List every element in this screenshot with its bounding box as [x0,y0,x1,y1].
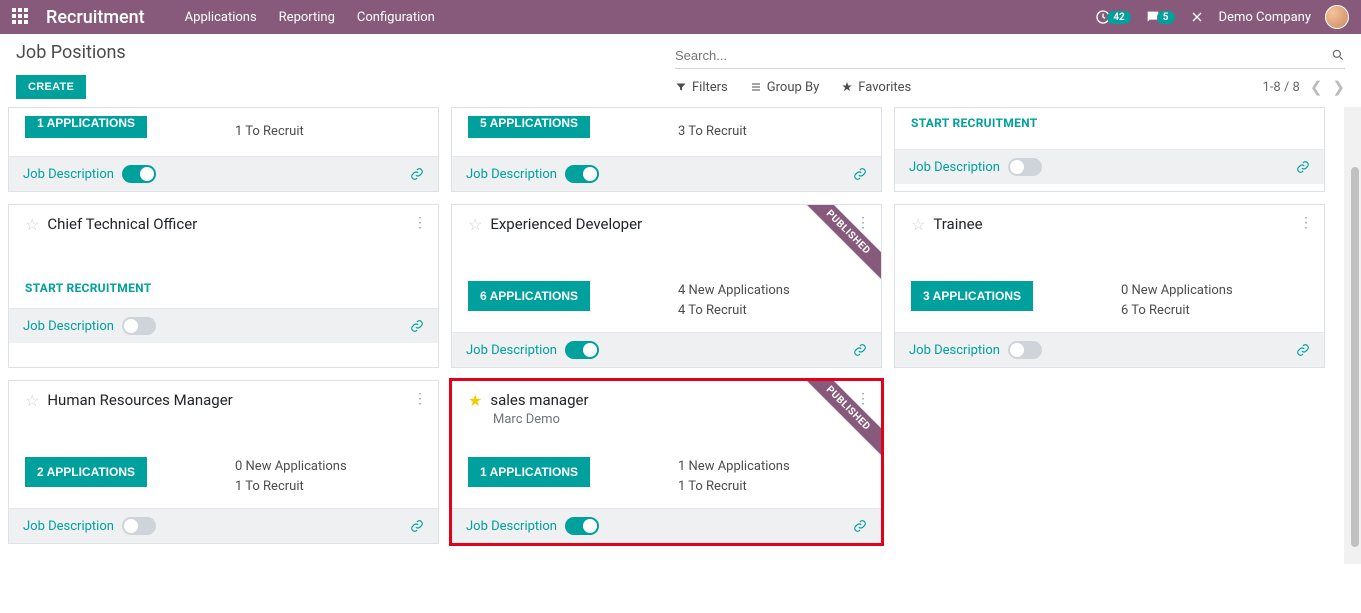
company-name[interactable]: Demo Company [1219,10,1311,25]
to-recruit-text: 1 To Recruit [235,122,304,142]
job-description-link[interactable]: Job Description [466,343,557,358]
favorite-star[interactable]: ☆ [911,215,925,234]
job-description-link[interactable]: Job Description [23,319,114,334]
card-menu-icon[interactable]: ⋮ [413,215,426,231]
activity-count: 42 [1107,11,1130,24]
link-icon[interactable] [410,319,424,334]
filters-label: Filters [692,80,728,95]
favorite-star[interactable]: ★ [468,391,482,410]
applications-button[interactable]: 1 APPLICATIONS [468,457,590,487]
page-title: Job Positions [16,42,126,63]
top-navbar: Recruitment Applications Reporting Confi… [0,0,1361,34]
card-title: Chief Technical Officer [47,215,197,233]
job-description-link[interactable]: Job Description [909,343,1000,358]
to-recruit-text: 6 To Recruit [1121,301,1233,321]
favorite-star[interactable]: ☆ [468,215,482,234]
activity-button[interactable]: 42 [1095,9,1130,25]
favorite-star[interactable]: ☆ [25,391,39,410]
groupby-label: Group By [767,80,820,95]
start-recruitment-button[interactable]: START RECRUITMENT [911,116,1037,130]
groupby-button[interactable]: Group By [750,80,820,95]
job-card[interactable]: START RECRUITMENT Job Description [894,107,1325,192]
card-title: Trainee [933,215,982,233]
jd-toggle[interactable] [565,517,599,535]
job-description-link[interactable]: Job Description [909,160,1000,175]
jd-toggle[interactable] [1008,341,1042,359]
card-menu-icon[interactable]: ⋮ [856,215,869,231]
app-brand[interactable]: Recruitment [46,7,145,28]
pager-prev[interactable]: ❮ [1310,78,1323,96]
jd-toggle[interactable] [122,317,156,335]
job-description-link[interactable]: Job Description [23,167,114,182]
jd-toggle[interactable] [565,165,599,183]
card-title: Human Resources Manager [47,391,232,409]
job-description-link[interactable]: Job Description [23,519,114,534]
start-recruitment-button[interactable]: START RECRUITMENT [25,281,151,295]
new-applications-text: 1 New Applications [678,457,790,477]
messages-count: 5 [1157,11,1175,24]
pager-next[interactable]: ❯ [1332,78,1345,96]
search-bar [675,42,1345,69]
applications-button[interactable]: 3 APPLICATIONS [911,281,1033,311]
jd-toggle[interactable] [1008,158,1042,176]
link-icon[interactable] [853,343,867,358]
new-applications-text: 0 New Applications [235,457,347,477]
job-card[interactable]: 1 APPLICATIONS 1 To Recruit Job Descript… [8,107,439,192]
nav-applications[interactable]: Applications [185,10,257,25]
card-title: sales manager [490,391,588,409]
pager-text: 1-8 / 8 [1263,80,1300,95]
vertical-scrollbar[interactable] [1344,107,1361,564]
jd-toggle[interactable] [565,341,599,359]
to-recruit-text: 1 To Recruit [678,477,790,497]
new-applications-text: 4 New Applications [678,281,790,301]
job-description-link[interactable]: Job Description [466,167,557,182]
jd-toggle[interactable] [122,517,156,535]
link-icon[interactable] [410,519,424,534]
list-icon [750,80,762,95]
job-card-hr-manager[interactable]: ⋮ ☆ Human Resources Manager 2 APPLICATION… [8,380,439,544]
link-icon[interactable] [1296,160,1310,175]
favorites-button[interactable]: Favorites [841,80,911,95]
user-avatar[interactable] [1325,5,1349,29]
apps-icon[interactable] [12,8,30,26]
debug-icon[interactable] [1189,9,1205,25]
favorites-label: Favorites [858,80,911,95]
create-button[interactable]: CREATE [16,75,86,99]
card-menu-icon[interactable]: ⋮ [856,391,869,407]
to-recruit-text: 4 To Recruit [678,301,790,321]
applications-button[interactable]: 1 APPLICATIONS [25,116,147,138]
filter-icon [675,80,687,95]
star-icon [841,80,853,95]
link-icon[interactable] [853,167,867,182]
card-subtitle: Marc Demo [493,412,865,427]
card-title: Experienced Developer [490,215,642,233]
nav-reporting[interactable]: Reporting [279,10,335,25]
card-menu-icon[interactable]: ⋮ [413,391,426,407]
applications-button[interactable]: 2 APPLICATIONS [25,457,147,487]
jd-toggle[interactable] [122,165,156,183]
job-card-cto[interactable]: ⋮ ☆ Chief Technical Officer START RECRUIT… [8,204,439,368]
job-card-experienced-developer[interactable]: PUBLISHED ⋮ ☆Experienced Developer 6 APP… [451,204,882,368]
new-applications-text: 0 New Applications [1121,281,1233,301]
kanban-board: 1 APPLICATIONS 1 To Recruit Job Descript… [0,107,1344,564]
job-card-sales-manager[interactable]: PUBLISHED ⋮ ★sales manager Marc Demo 1 A… [451,380,882,544]
search-icon[interactable] [1331,48,1345,63]
messages-button[interactable]: 5 [1145,9,1175,25]
nav-configuration[interactable]: Configuration [357,10,435,25]
link-icon[interactable] [410,167,424,182]
applications-button[interactable]: 5 APPLICATIONS [468,116,590,138]
to-recruit-text: 3 To Recruit [678,122,747,142]
card-menu-icon[interactable]: ⋮ [1299,215,1312,231]
link-icon[interactable] [853,519,867,534]
job-card-trainee[interactable]: ⋮ ☆ Trainee 3 APPLICATIONS 0 New Applicat… [894,204,1325,368]
link-icon[interactable] [1296,343,1310,358]
to-recruit-text: 1 To Recruit [235,477,347,497]
search-input[interactable] [675,42,1331,68]
filters-button[interactable]: Filters [675,80,728,95]
applications-button[interactable]: 6 APPLICATIONS [468,281,590,311]
job-card[interactable]: 5 APPLICATIONS 3 To Recruit Job Descript… [451,107,882,192]
favorite-star[interactable]: ☆ [25,215,39,234]
job-description-link[interactable]: Job Description [466,519,557,534]
